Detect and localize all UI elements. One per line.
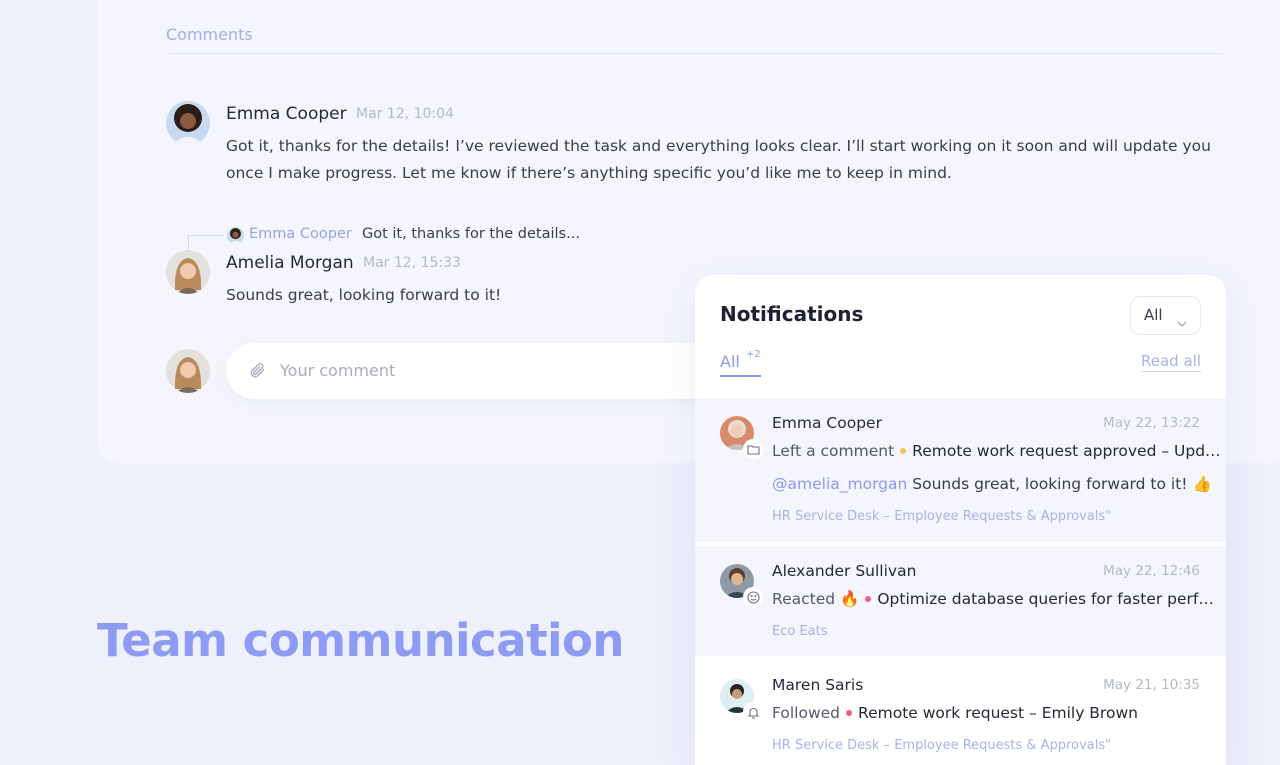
comment-placeholder[interactable]: Your comment bbox=[280, 361, 395, 380]
action-label: Left a comment bbox=[772, 442, 895, 460]
notification-item[interactable]: Alexander Sullivan May 22, 12:46 Reacted… bbox=[695, 546, 1226, 656]
project-link[interactable]: HR Service Desk – Employee Requests & Ap… bbox=[772, 509, 1111, 524]
tab-indicator bbox=[720, 375, 761, 377]
headline: Team communication bbox=[97, 614, 624, 667]
smiley-icon bbox=[743, 587, 763, 607]
filter-value: All bbox=[1144, 306, 1163, 324]
notification-action: Left a comment Remote work request approv… bbox=[772, 442, 1221, 460]
reply-snippet[interactable]: Got it, thanks for the details... bbox=[362, 226, 580, 242]
comments-divider bbox=[166, 53, 1222, 54]
comment-author[interactable]: Amelia Morgan bbox=[226, 253, 354, 273]
status-dot bbox=[865, 595, 872, 602]
avatar[interactable] bbox=[166, 250, 210, 294]
notification-name: Emma Cooper bbox=[772, 414, 882, 432]
tab-all[interactable]: All bbox=[720, 352, 740, 371]
paperclip-icon[interactable] bbox=[248, 361, 266, 383]
notification-action: Followed Remote work request – Emily Brow… bbox=[772, 704, 1138, 722]
reply-to-author[interactable]: Emma Cooper bbox=[249, 226, 352, 242]
notification-item[interactable]: Emma Cooper May 22, 13:22 Left a comment… bbox=[695, 398, 1226, 542]
filter-dropdown[interactable]: All bbox=[1130, 296, 1201, 335]
chevron-down-icon bbox=[1177, 312, 1187, 331]
tab-all-count: +2 bbox=[746, 349, 761, 360]
status-dot bbox=[846, 709, 852, 716]
read-all-button[interactable]: Read all bbox=[1141, 352, 1201, 370]
project-link[interactable]: Eco Eats bbox=[772, 624, 828, 639]
comment-text: Sounds great, looking forward to it! bbox=[226, 286, 502, 304]
current-user-avatar bbox=[166, 349, 210, 393]
read-all-underline bbox=[1141, 371, 1201, 372]
project-link[interactable]: HR Service Desk – Employee Requests & Ap… bbox=[772, 738, 1111, 753]
comment-time: Mar 12, 15:33 bbox=[363, 255, 461, 271]
notification-item[interactable]: Maren Saris May 21, 10:35 Followed Remote… bbox=[695, 660, 1226, 765]
status-dot bbox=[900, 447, 907, 454]
notification-date: May 22, 12:46 bbox=[1103, 563, 1200, 579]
folder-icon bbox=[743, 439, 763, 459]
comment-author[interactable]: Emma Cooper bbox=[226, 104, 347, 124]
comment-time: Mar 12, 10:04 bbox=[356, 106, 454, 122]
notification-action: Reacted 🔥 Optimize database queries for f… bbox=[772, 590, 1214, 608]
task-link[interactable]: Optimize database queries for faster per… bbox=[877, 590, 1214, 608]
notification-message: @amelia_morgan Sounds great, looking for… bbox=[772, 475, 1212, 493]
comments-heading: Comments bbox=[166, 25, 253, 44]
task-link[interactable]: Remote work request – Emily Brown bbox=[858, 704, 1138, 722]
action-label: Reacted bbox=[772, 590, 836, 608]
mention-link[interactable]: @amelia_morgan bbox=[772, 475, 907, 493]
comment-text-line: once I make progress. Let me know if the… bbox=[226, 164, 952, 182]
bell-icon bbox=[743, 702, 763, 722]
notifications-title: Notifications bbox=[720, 302, 864, 326]
comment-text: Got it, thanks for the details! I’ve rev… bbox=[226, 133, 1216, 187]
action-label: Followed bbox=[772, 704, 840, 722]
comment-text-line: Got it, thanks for the details! I’ve rev… bbox=[226, 137, 1211, 155]
reply-avatar bbox=[227, 227, 244, 244]
notification-date: May 21, 10:35 bbox=[1103, 677, 1200, 693]
reaction-emoji: 🔥 bbox=[840, 590, 860, 608]
avatar[interactable] bbox=[166, 101, 210, 145]
reply-connector bbox=[188, 235, 224, 249]
notification-date: May 22, 13:22 bbox=[1103, 415, 1200, 431]
notification-name: Maren Saris bbox=[772, 676, 864, 694]
message-text: Sounds great, looking forward to it! 👍 bbox=[912, 475, 1212, 493]
task-link[interactable]: Remote work request approved – Upd… bbox=[912, 442, 1220, 460]
notifications-panel: Notifications All All +2 Read all Emma C… bbox=[695, 275, 1226, 765]
notification-name: Alexander Sullivan bbox=[772, 562, 917, 580]
